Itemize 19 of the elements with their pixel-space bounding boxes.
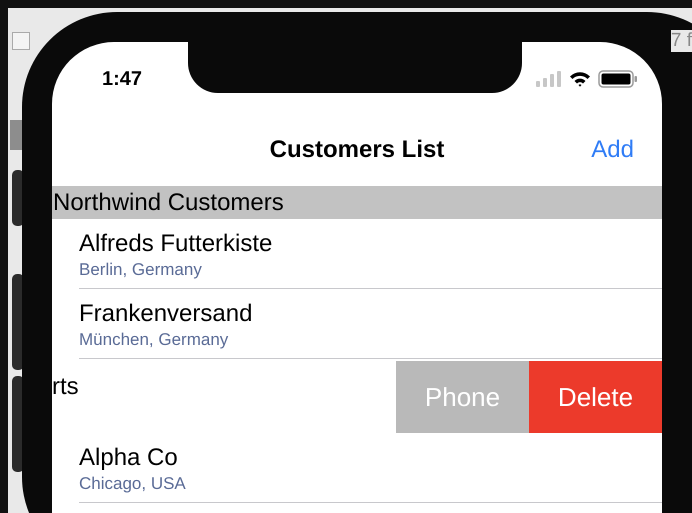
customer-name: Frankenversand [79, 300, 254, 328]
customer-location: Berlin, Germany [79, 259, 203, 281]
delete-action-button[interactable]: Delete [529, 361, 662, 433]
add-button[interactable]: Add [591, 136, 634, 164]
status-time: 1:47 [102, 68, 142, 90]
customer-row[interactable]: Frankenversand München, Germany [52, 289, 662, 359]
battery-icon [598, 70, 638, 88]
customer-row[interactable]: Alpha Co Chicago, USA [52, 433, 662, 503]
customer-location: Chicago, USA [79, 473, 187, 495]
wifi-icon [569, 71, 591, 87]
row-text: rts [52, 373, 80, 402]
signal-icon [536, 71, 562, 87]
nav-title: Customers List [270, 136, 444, 164]
customer-name: Alpha Co [79, 444, 179, 472]
section-header: Northwind Customers [52, 186, 662, 219]
customer-name: Alfreds Futterkiste [79, 230, 274, 258]
customer-row[interactable]: Alfreds Futterkiste Berlin, Germany [52, 219, 662, 289]
background-text: 7 f [670, 30, 692, 52]
customer-location: München, Germany [79, 329, 230, 351]
